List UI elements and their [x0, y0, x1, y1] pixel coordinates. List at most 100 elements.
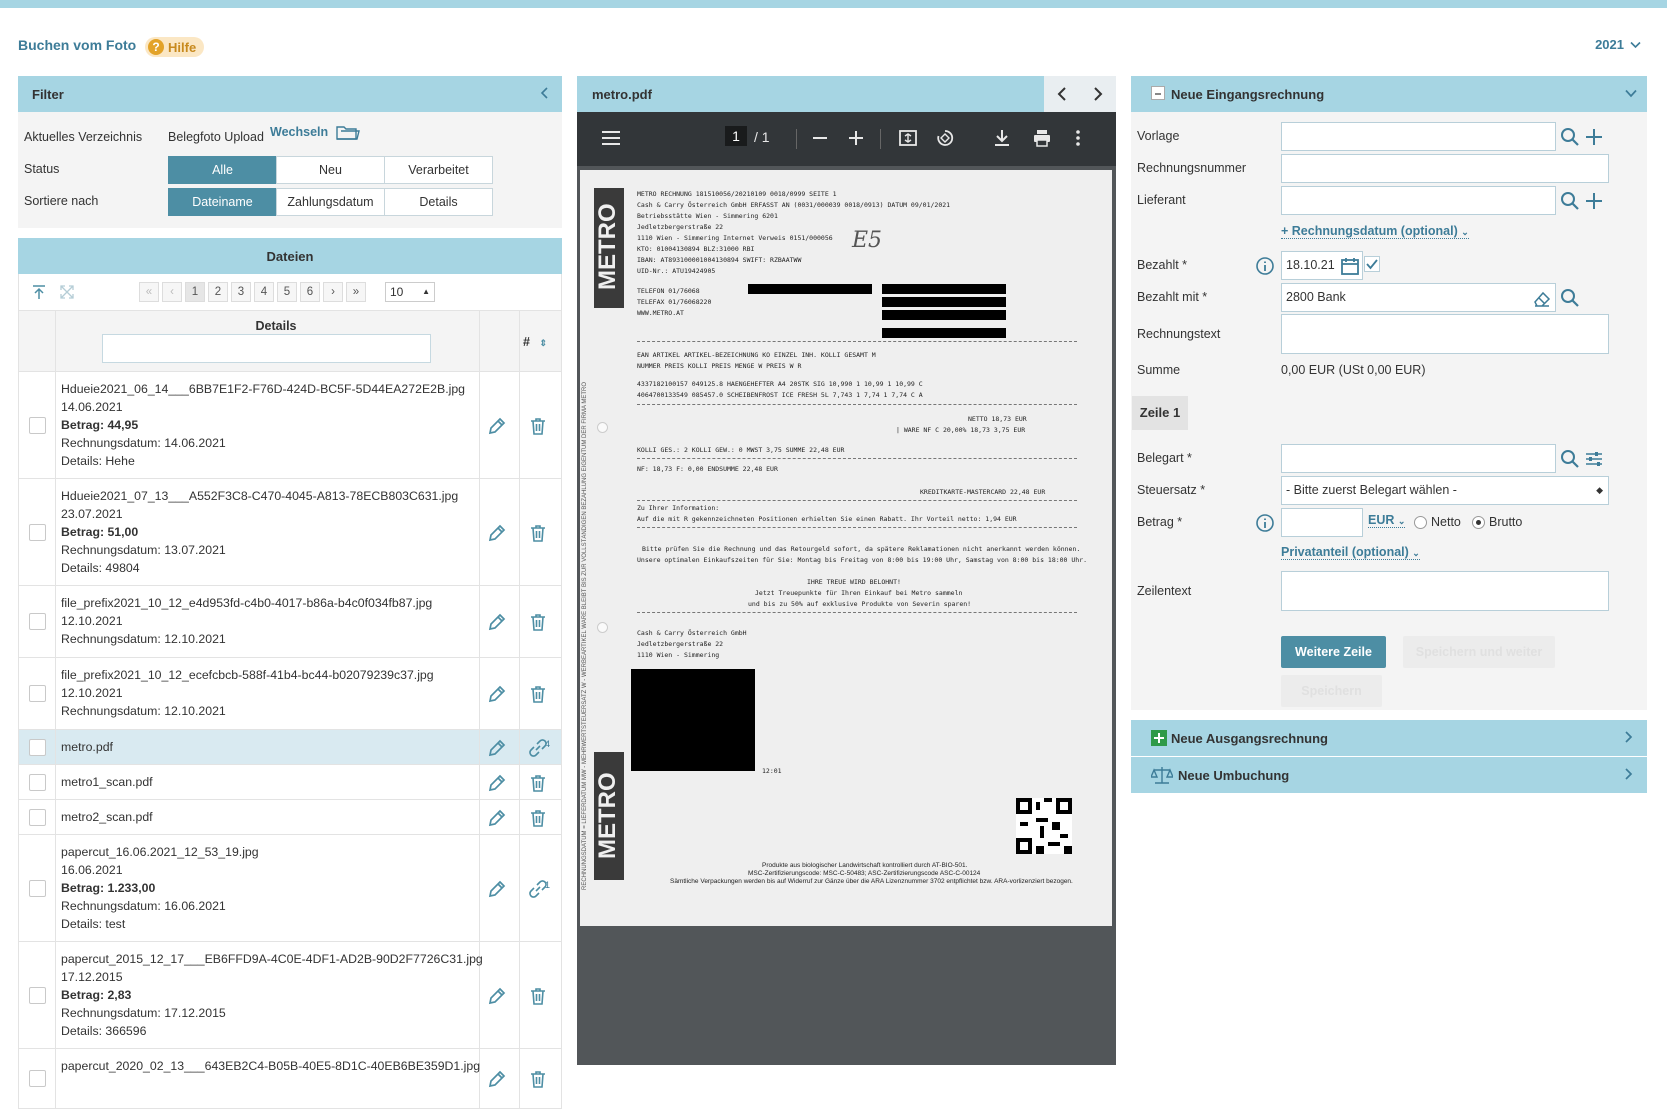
speichern-und-weiter-button[interactable]: Speichern und weiter [1403, 636, 1555, 668]
hash-column-header[interactable]: # ⇕ [523, 335, 547, 349]
invoice-panel-header[interactable]: Neue Eingangsrechnung [1131, 76, 1647, 112]
vorlage-input[interactable] [1281, 122, 1556, 151]
zoom-out-icon[interactable] [813, 137, 827, 140]
prev-page-button[interactable]: ‹ [162, 282, 182, 302]
search-icon[interactable] [1560, 127, 1580, 147]
table-row[interactable]: Hdueie2021_06_14___6BB7E1F2-F76D-424D-BC… [19, 372, 561, 479]
search-icon[interactable] [1560, 449, 1580, 469]
edit-pencil-icon[interactable] [487, 986, 507, 1006]
expand-icon[interactable] [59, 284, 75, 300]
edit-pencil-icon[interactable] [487, 612, 507, 632]
next-page-button[interactable]: › [323, 282, 343, 302]
menu-icon[interactable] [602, 131, 620, 145]
table-row[interactable]: metro.pdf 4 [19, 730, 561, 765]
betrag-input[interactable] [1281, 508, 1363, 537]
add-icon[interactable] [1584, 191, 1604, 211]
table-row[interactable]: file_prefix2021_10_12_ecefcbcb-588f-41b4… [19, 658, 561, 730]
row-checkbox[interactable] [29, 879, 46, 897]
speichern-button[interactable]: Speichern [1281, 675, 1382, 707]
weitere-zeile-button[interactable]: Weitere Zeile [1281, 636, 1386, 668]
edit-pencil-icon[interactable] [487, 808, 507, 828]
page-button-5[interactable]: 5 [277, 282, 297, 302]
rechnungsdatum-optional-link[interactable]: + Rechnungsdatum (optional) ⌄ [1281, 224, 1469, 239]
more-options-icon[interactable] [1076, 130, 1080, 146]
collapse-minus-icon[interactable] [1151, 86, 1165, 100]
sort-option-zahlungsdatum[interactable]: Zahlungsdatum [276, 188, 385, 216]
filter-panel-header[interactable]: Filter [18, 76, 562, 112]
belegart-input[interactable] [1281, 444, 1556, 473]
brutto-radio[interactable] [1472, 516, 1485, 529]
calendar-icon[interactable] [1340, 256, 1360, 276]
edit-pencil-icon[interactable] [487, 738, 507, 758]
trash-icon[interactable] [528, 684, 548, 704]
download-icon[interactable] [994, 129, 1010, 147]
info-icon[interactable] [1255, 256, 1275, 276]
info-icon[interactable] [1255, 513, 1275, 533]
row-checkbox[interactable] [29, 685, 46, 702]
bezahlt-checkbox[interactable] [1364, 256, 1380, 272]
rotate-icon[interactable] [936, 129, 954, 147]
neue-umbuchung-header[interactable]: Neue Umbuchung [1131, 757, 1647, 793]
table-row[interactable]: papercut_2020_02_13___643EB2C4-B05B-40E5… [19, 1049, 561, 1109]
row-checkbox[interactable] [29, 808, 46, 826]
add-icon[interactable] [1584, 127, 1604, 147]
page-size-select[interactable]: 10 ▲ [385, 282, 435, 302]
table-row[interactable]: papercut_2015_12_17___EB6FFD9A-4C0E-4DF1… [19, 942, 561, 1049]
trash-icon[interactable] [528, 986, 548, 1006]
netto-radio[interactable] [1414, 516, 1427, 529]
last-page-button[interactable]: » [346, 282, 366, 302]
neue-ausgangsrechnung-header[interactable]: Neue Ausgangsrechnung [1131, 720, 1647, 756]
bezahlt-mit-input[interactable]: 2800 Bank [1281, 283, 1556, 312]
table-row[interactable]: metro2_scan.pdf [19, 800, 561, 835]
row-checkbox[interactable] [29, 523, 46, 541]
status-option-verarbeitet[interactable]: Verarbeitet [384, 156, 493, 184]
trash-icon[interactable] [528, 612, 548, 632]
search-icon[interactable] [1560, 191, 1580, 211]
row-checkbox[interactable] [29, 986, 46, 1004]
page-button-4[interactable]: 4 [254, 282, 274, 302]
row-checkbox[interactable] [29, 773, 46, 791]
sort-option-details[interactable]: Details [384, 188, 493, 216]
help-button[interactable]: ? Hilfe [145, 37, 205, 57]
edit-pencil-icon[interactable] [487, 416, 507, 436]
first-page-button[interactable]: « [139, 282, 159, 302]
trash-icon[interactable] [528, 773, 548, 793]
edit-pencil-icon[interactable] [487, 1069, 507, 1089]
page-button-2[interactable]: 2 [208, 282, 228, 302]
rechnungstext-textarea[interactable] [1281, 314, 1609, 354]
page-button-3[interactable]: 3 [231, 282, 251, 302]
privatanteil-optional-link[interactable]: Privatanteil (optional) ⌄ [1281, 545, 1420, 560]
trash-icon[interactable] [528, 523, 548, 543]
tab-zeile-1[interactable]: Zeile 1 [1132, 396, 1188, 430]
print-icon[interactable] [1033, 129, 1051, 147]
table-row[interactable]: papercut_16.06.2021_12_53_19.jpg 16.06.20… [19, 835, 561, 942]
currency-select[interactable]: EUR ⌄ [1368, 513, 1406, 528]
zeilentext-textarea[interactable] [1281, 571, 1609, 611]
trash-icon[interactable] [528, 1069, 548, 1089]
status-option-neu[interactable]: Neu [276, 156, 385, 184]
row-checkbox[interactable] [29, 1070, 46, 1087]
edit-pencil-icon[interactable] [487, 523, 507, 543]
table-row[interactable]: metro1_scan.pdf [19, 765, 561, 800]
pdf-page-input[interactable]: 1 [725, 126, 747, 146]
page-button-1[interactable]: 1 [185, 282, 205, 302]
chevron-left-icon[interactable] [540, 86, 550, 100]
collapse-all-icon[interactable] [31, 284, 47, 300]
details-filter-input[interactable] [102, 334, 431, 363]
change-directory-link[interactable]: Wechseln [270, 123, 361, 141]
link-icon[interactable] [528, 738, 548, 758]
search-icon[interactable] [1560, 288, 1580, 308]
row-checkbox[interactable] [29, 613, 46, 630]
sort-option-dateiname[interactable]: Dateiname [168, 188, 277, 216]
trash-icon[interactable] [528, 808, 548, 828]
table-row[interactable]: Hdueie2021_07_13___A552F3C8-C470-4045-A8… [19, 479, 561, 586]
edit-pencil-icon[interactable] [487, 879, 507, 899]
edit-pencil-icon[interactable] [487, 684, 507, 704]
edit-pencil-icon[interactable] [487, 773, 507, 793]
link-icon[interactable] [528, 879, 548, 899]
fit-page-icon[interactable] [899, 130, 917, 146]
row-checkbox[interactable] [29, 738, 46, 756]
zoom-in-icon[interactable] [849, 131, 863, 145]
status-option-alle[interactable]: Alle [168, 156, 277, 184]
chevron-down-icon[interactable] [1625, 89, 1637, 98]
